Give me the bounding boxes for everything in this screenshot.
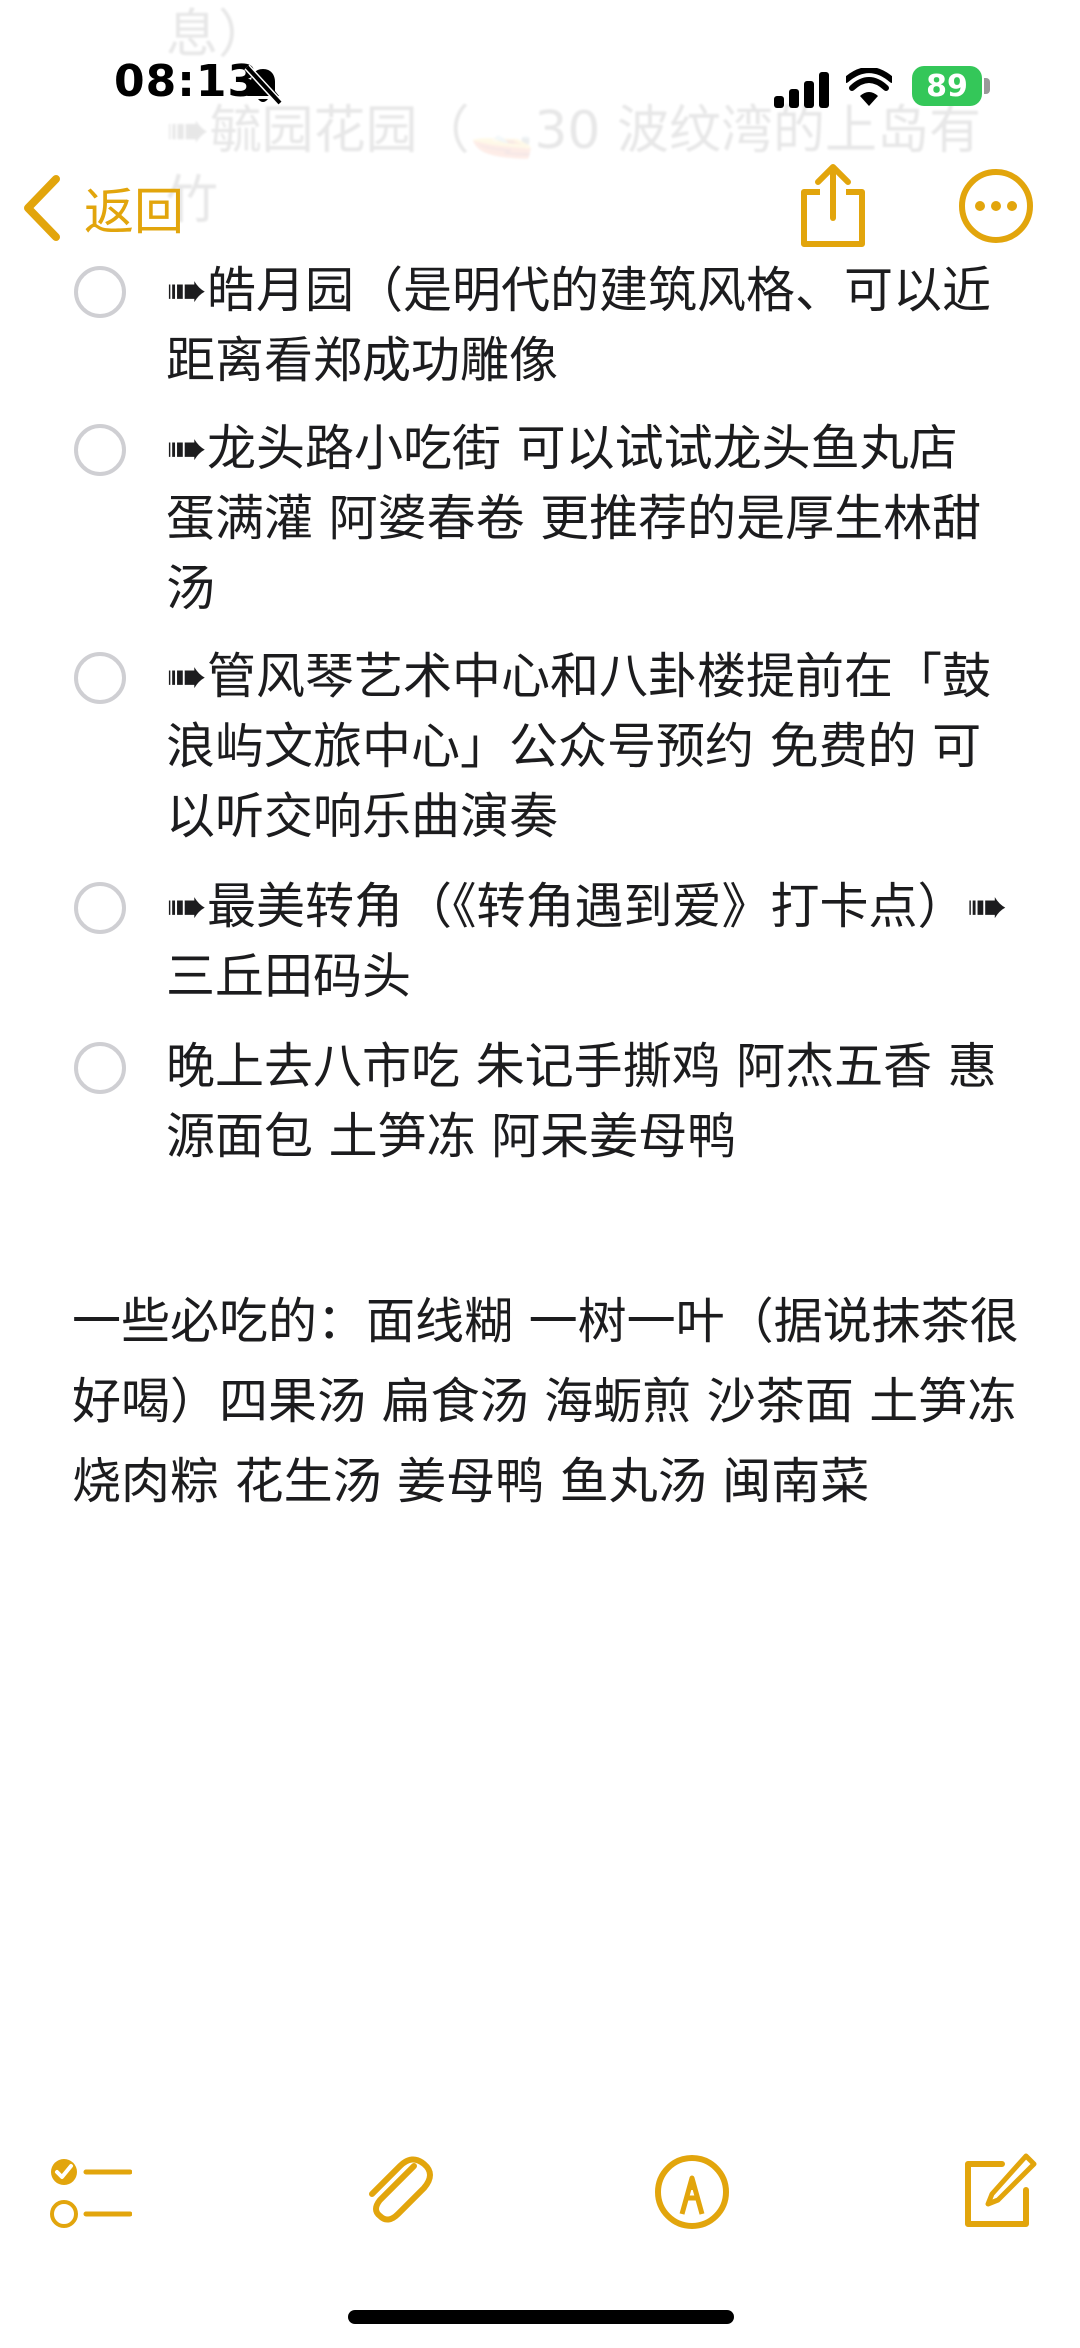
battery-indicator: 89 [912, 66, 982, 106]
checkbox-circle[interactable] [74, 652, 126, 704]
back-button[interactable]: 返回 [22, 168, 184, 248]
checklist-item-text[interactable]: 晚上去八市吃 朱记手撕鸡 阿杰五香 惠源面包 土笋冻 阿呆姜母鸭 [166, 1032, 1016, 1172]
markup-icon[interactable] [652, 2152, 732, 2232]
checklist-item-text[interactable]: ➠皓月园（是明代的建筑风格、可以近距离看郑成功雕像 [166, 256, 1016, 396]
checklist-item-text[interactable]: ➠管风琴艺术中心和八卦楼提前在「鼓浪屿文旅中心」公众号预约 免费的 可以听交响乐… [166, 642, 1016, 852]
wifi-icon [846, 68, 892, 106]
checkbox-circle[interactable] [74, 424, 126, 476]
compose-icon[interactable] [956, 2150, 1040, 2234]
cellular-signal-icon [774, 72, 829, 108]
checkbox-circle[interactable] [74, 1042, 126, 1094]
attachment-icon[interactable] [358, 2150, 438, 2230]
home-indicator [348, 2310, 734, 2324]
battery-cap [984, 78, 990, 94]
checklist-item-text[interactable]: ➠龙头路小吃街 可以试试龙头鱼丸店 蛋满灌 阿婆春卷 更推荐的是厚生林甜汤 [166, 414, 1016, 624]
note-body-text[interactable]: 一些必吃的：面线糊 一树一叶（据说抹茶很好喝）四果汤 扁食汤 海蛎煎 沙茶面 土… [72, 1282, 1032, 1522]
status-time: 08:13 [114, 56, 260, 107]
silent-bell-icon [244, 64, 283, 106]
chevron-left-icon [24, 175, 60, 241]
checkbox-circle[interactable] [74, 266, 126, 318]
checkbox-circle[interactable] [74, 882, 126, 934]
share-icon[interactable] [796, 162, 870, 248]
checklist-item-text[interactable]: ➠最美转角（《转角遇到爱》打卡点）➠三丘田码头 [166, 872, 1016, 1012]
back-label: 返回 [84, 183, 184, 241]
more-options-icon[interactable] [958, 168, 1034, 244]
checklist-icon[interactable] [48, 2154, 132, 2234]
